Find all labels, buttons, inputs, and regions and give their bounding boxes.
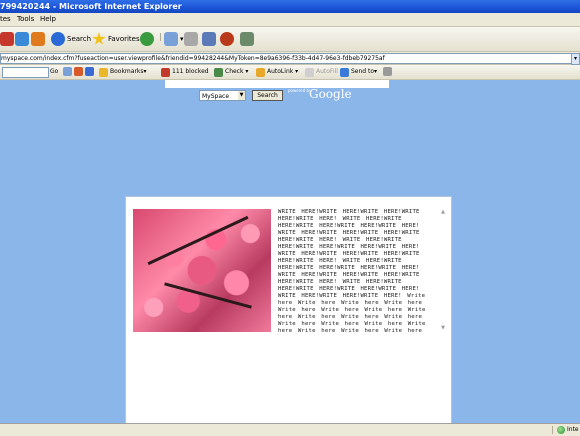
research-icon xyxy=(240,32,254,46)
select-dropdown-icon: ▼ xyxy=(238,91,245,100)
status-bar: Inte xyxy=(0,423,580,436)
search-button-label: Search xyxy=(67,35,92,43)
mail-button[interactable]: ▾ xyxy=(164,30,184,48)
bookmarks-button[interactable]: Bookmarks▾ xyxy=(99,67,147,77)
mail-dropdown-arrow-icon: ▾ xyxy=(180,35,184,43)
search-icon xyxy=(51,32,65,46)
mail-icon xyxy=(164,32,178,46)
search-submit-button[interactable]: Search xyxy=(252,90,283,101)
scroll-down-icon[interactable]: ▼ xyxy=(441,325,445,331)
profile-card: WRITE HERE!WRITE HERE!WRITE HERE!WRITE H… xyxy=(125,196,452,426)
autolink-label: AutoLink ▾ xyxy=(267,68,299,75)
autofill-icon xyxy=(305,67,314,77)
stop-button[interactable] xyxy=(0,30,14,48)
page-content: MySpace ▼ Search powered by Google WRITE… xyxy=(0,80,580,426)
zone-label: Inte xyxy=(567,426,579,433)
scroll-up-icon[interactable]: ▲ xyxy=(441,209,445,215)
security-zone: Inte xyxy=(557,425,579,435)
go-label: Go xyxy=(50,68,59,75)
print-button[interactable] xyxy=(184,30,198,48)
internet-zone-icon xyxy=(557,426,565,434)
stop-icon xyxy=(0,32,14,46)
search-scope-select[interactable]: MySpace ▼ xyxy=(199,90,246,101)
bookmarks-label: Bookmarks▾ xyxy=(110,68,147,75)
branch-shape xyxy=(147,215,249,266)
spell-check-button[interactable]: Check ▾ xyxy=(214,67,248,77)
send-to-button[interactable]: Send to▾ xyxy=(340,67,377,77)
address-bar: myspace.com/index.cfm?fuseaction=user.vi… xyxy=(0,52,580,65)
status-separator xyxy=(552,426,553,434)
window-title: 799420244 - Microsoft Internet Explorer xyxy=(0,2,182,11)
star-icon xyxy=(92,32,106,45)
print-icon xyxy=(184,32,198,46)
toolbar-icon-group[interactable] xyxy=(63,67,94,76)
menu-help[interactable]: Help xyxy=(40,13,56,26)
check-icon xyxy=(214,67,223,77)
profile-caption-link[interactable]: www.myspace.com/xxxxxxxxxxxx xyxy=(126,341,194,346)
powered-by-label: powered by xyxy=(288,88,312,93)
research-button[interactable] xyxy=(240,30,254,48)
links-toolbar: Go Bookmarks▾ 111 blocked Check ▾ AutoLi… xyxy=(0,65,580,80)
title-bar: 799420244 - Microsoft Internet Explorer xyxy=(0,0,580,13)
toolbar-search-box[interactable] xyxy=(2,67,49,78)
wrench-icon xyxy=(383,67,392,76)
edit-icon xyxy=(202,32,216,46)
toolbar-settings-button[interactable] xyxy=(383,67,392,76)
autofill-label: AutoFill xyxy=(316,68,338,75)
popup-blocker-button[interactable]: 111 blocked xyxy=(161,67,209,77)
history-button[interactable] xyxy=(140,30,154,48)
messenger-button[interactable] xyxy=(220,30,234,48)
google-logo: Google xyxy=(309,87,352,101)
send-to-label: Send to▾ xyxy=(351,68,378,75)
menu-favorites[interactable]: tes xyxy=(0,13,11,26)
standard-toolbar: Search Favorites ▾ xyxy=(0,27,580,52)
pagerank-icon xyxy=(85,67,94,76)
profile-text: WRITE HERE!WRITE HERE!WRITE HERE!WRITE H… xyxy=(278,209,426,332)
refresh-icon xyxy=(15,32,29,46)
messenger-icon xyxy=(220,32,234,46)
header-banner xyxy=(165,80,389,88)
branch-shape xyxy=(164,282,252,309)
menu-bar: tes Tools Help xyxy=(0,13,580,27)
cherry-blossom-photo xyxy=(133,209,271,332)
autolink-icon xyxy=(256,67,265,77)
menu-tools[interactable]: Tools xyxy=(17,13,34,26)
address-input[interactable]: myspace.com/index.cfm?fuseaction=user.vi… xyxy=(0,53,574,64)
edit-button[interactable] xyxy=(202,30,216,48)
toolbar-go-button[interactable]: Go xyxy=(50,67,58,77)
options-icon xyxy=(63,67,72,76)
check-label: Check ▾ xyxy=(225,68,249,75)
favorites-button-label: Favorites xyxy=(108,35,140,43)
home-button[interactable] xyxy=(31,30,45,48)
favorites-button[interactable]: Favorites xyxy=(92,30,140,48)
refresh-button[interactable] xyxy=(15,30,29,48)
address-dropdown-icon[interactable]: ▾ xyxy=(571,53,580,65)
send-to-icon xyxy=(340,67,349,77)
toolbar-separator xyxy=(160,33,161,41)
feed-icon xyxy=(74,67,83,76)
search-button[interactable]: Search xyxy=(51,30,91,48)
history-icon xyxy=(140,32,154,46)
popup-blocker-icon xyxy=(161,67,170,77)
search-scope-value: MySpace xyxy=(202,93,230,100)
toolbar-search-input[interactable] xyxy=(2,67,49,78)
blocked-count-label: 111 blocked xyxy=(172,68,209,75)
home-icon xyxy=(31,32,45,46)
bookmark-star-icon xyxy=(99,67,108,77)
autolink-button[interactable]: AutoLink ▾ xyxy=(256,67,298,77)
autofill-button[interactable]: AutoFill xyxy=(305,67,338,77)
